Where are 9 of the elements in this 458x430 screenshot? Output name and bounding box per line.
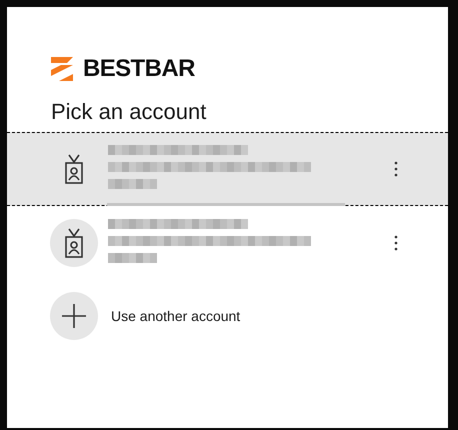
page-title: Pick an account bbox=[50, 98, 208, 126]
id-badge-icon bbox=[64, 154, 84, 184]
logo-icon bbox=[51, 57, 75, 81]
use-another-account-button[interactable]: Use another account bbox=[50, 292, 240, 340]
id-badge-icon bbox=[64, 228, 84, 258]
more-options-icon[interactable] bbox=[394, 235, 398, 251]
brand-name: BESTBAR bbox=[83, 57, 195, 81]
add-icon bbox=[50, 292, 98, 340]
more-options-icon[interactable] bbox=[394, 161, 398, 177]
